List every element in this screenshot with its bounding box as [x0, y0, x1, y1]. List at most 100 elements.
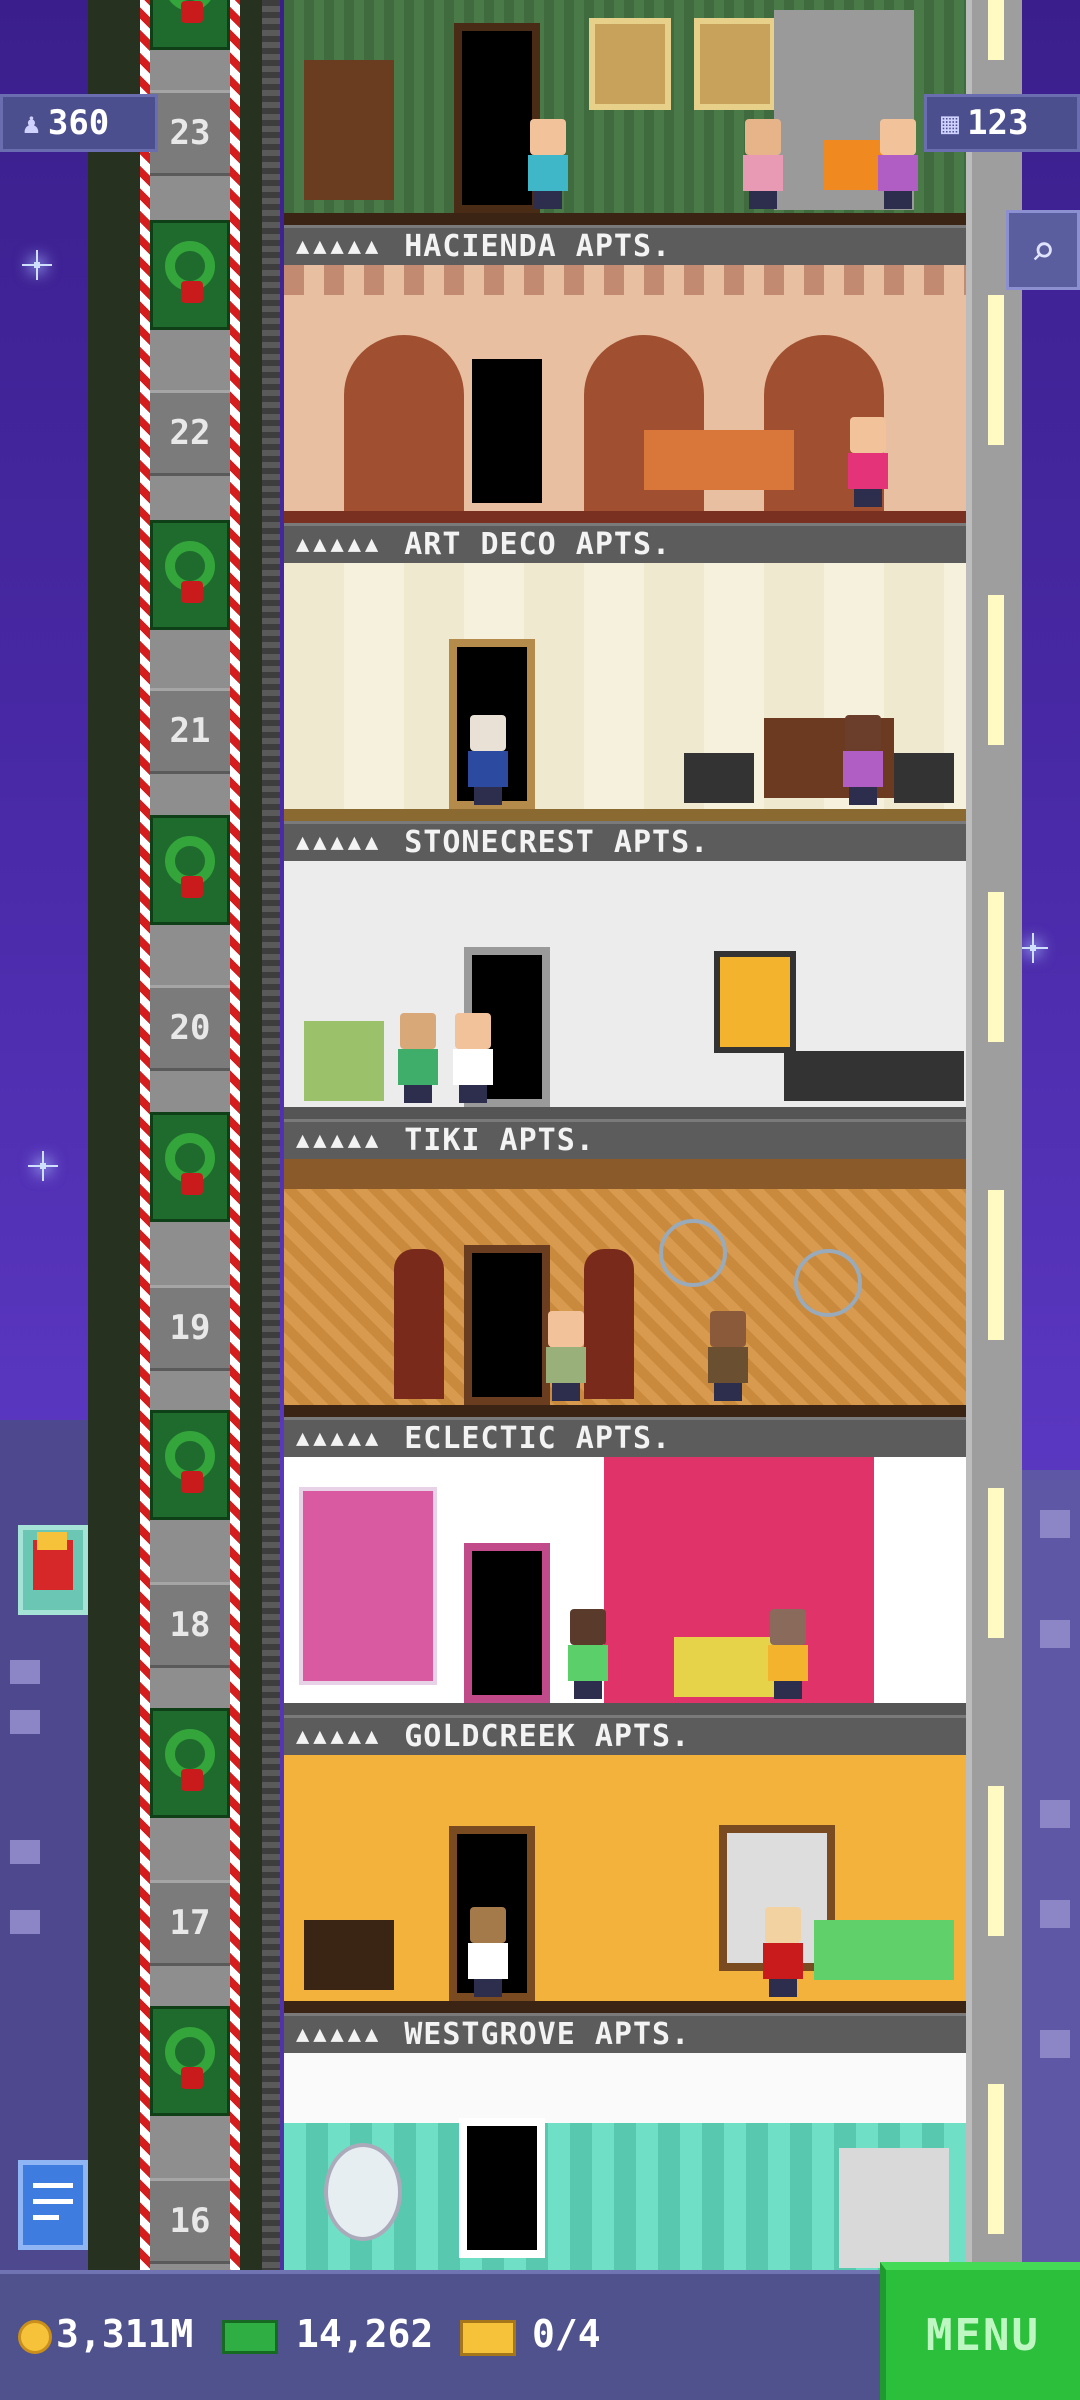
- resident[interactable]: [844, 417, 892, 507]
- floor-name: GOLDCREEK APTS.: [404, 1719, 691, 1754]
- tiki-statue: [584, 1249, 634, 1399]
- floor-label[interactable]: ▲▲▲▲▲ HACIENDA APTS.: [284, 225, 966, 265]
- rating-stars: ▲▲▲▲▲: [296, 1128, 383, 1153]
- wreath-icon: [150, 0, 230, 50]
- floor-name: STONECREST APTS.: [404, 825, 710, 860]
- ticket-count[interactable]: 0/4: [532, 2312, 601, 2356]
- menu-button[interactable]: MENU: [880, 2262, 1080, 2400]
- population-counter[interactable]: ♟ 360: [0, 94, 158, 152]
- floor-number[interactable]: 22: [150, 390, 230, 476]
- wreath-icon: [150, 220, 230, 330]
- wall-light: [988, 892, 1004, 1042]
- floor-number[interactable]: 23: [150, 90, 230, 176]
- rating-stars: ▲▲▲▲▲: [296, 2022, 383, 2047]
- bux-icon: [222, 2320, 278, 2354]
- birdcage: [794, 1249, 862, 1317]
- wall-light: [988, 295, 1004, 445]
- portrait-frame: [589, 18, 671, 110]
- apartment-door: [464, 1543, 550, 1703]
- resident[interactable]: [739, 119, 787, 209]
- resident[interactable]: [874, 119, 922, 209]
- floor-stonecrest[interactable]: [284, 563, 966, 821]
- resident[interactable]: [524, 119, 572, 209]
- floor-label[interactable]: ▲▲▲▲▲ ART DECO APTS.: [284, 523, 966, 563]
- apartment-door: [464, 1245, 550, 1405]
- floor-number[interactable]: 18: [150, 1582, 230, 1668]
- floor-art-deco[interactable]: [284, 265, 966, 523]
- floor-name: ECLECTIC APTS.: [404, 1421, 672, 1456]
- floor-grid-icon: ▦: [941, 105, 960, 141]
- resident[interactable]: [704, 1311, 752, 1401]
- sofa: [644, 430, 794, 490]
- tower-rail: [262, 0, 280, 2270]
- search-icon: ⌕: [1030, 225, 1056, 275]
- floor-label[interactable]: ▲▲▲▲▲ STONECREST APTS.: [284, 821, 966, 861]
- apartment-door: [459, 2118, 545, 2258]
- rating-stars: ▲▲▲▲▲: [296, 830, 383, 855]
- star: [1018, 933, 1048, 963]
- floor-label[interactable]: ▲▲▲▲▲ ECLECTIC APTS.: [284, 1417, 966, 1457]
- mirror: [324, 2143, 402, 2241]
- ticket-icon: [460, 2320, 516, 2356]
- resident[interactable]: [839, 715, 887, 805]
- floor-number[interactable]: 16: [150, 2178, 230, 2264]
- resident[interactable]: [464, 1907, 512, 1997]
- portrait-frame: [694, 18, 776, 110]
- birdcage: [659, 1219, 727, 1287]
- resident[interactable]: [564, 1609, 612, 1699]
- floor-hacienda[interactable]: [284, 0, 966, 225]
- resident[interactable]: [394, 1013, 442, 1103]
- wall-light: [988, 1190, 1004, 1340]
- wreath-icon: [150, 520, 230, 630]
- floor-eclectic[interactable]: [284, 1159, 966, 1417]
- tiki-statue: [394, 1249, 444, 1399]
- rating-stars: ▲▲▲▲▲: [296, 1724, 383, 1749]
- star: [22, 250, 52, 280]
- resident[interactable]: [759, 1907, 807, 1997]
- apartment-door: [464, 351, 550, 511]
- floor-16[interactable]: [284, 2053, 966, 2270]
- search-button[interactable]: ⌕: [1006, 210, 1080, 290]
- population-icon: ♟: [23, 106, 40, 140]
- wreath-icon: [150, 1410, 230, 1520]
- wall-light: [988, 2084, 1004, 2234]
- coin-balance[interactable]: 3,311M: [56, 2312, 193, 2356]
- resident[interactable]: [542, 1311, 590, 1401]
- wall-light: [988, 1786, 1004, 1936]
- fries-ad-icon[interactable]: [18, 1525, 88, 1615]
- armchair: [894, 753, 954, 803]
- floor-number[interactable]: 21: [150, 688, 230, 774]
- floor-count-value: 123: [967, 103, 1029, 143]
- wreath-icon: [150, 1708, 230, 1818]
- sofa: [814, 1920, 954, 1980]
- coin-icon: [18, 2320, 52, 2354]
- bookshelf: [304, 60, 394, 200]
- floor-number[interactable]: 20: [150, 985, 230, 1071]
- star: [28, 1151, 58, 1181]
- background-building: [1020, 1470, 1080, 2270]
- wall-light: [988, 1488, 1004, 1638]
- floor-label[interactable]: ▲▲▲▲▲ GOLDCREEK APTS.: [284, 1715, 966, 1755]
- floor-goldcreek[interactable]: [284, 1457, 966, 1715]
- cabinet: [839, 2148, 949, 2268]
- floor-label[interactable]: ▲▲▲▲▲ TIKI APTS.: [284, 1119, 966, 1159]
- counter: [784, 1051, 964, 1101]
- floor-counter[interactable]: ▦ 123: [924, 94, 1080, 152]
- resident[interactable]: [464, 715, 512, 805]
- armchair: [684, 753, 754, 803]
- rating-stars: ▲▲▲▲▲: [296, 1426, 383, 1451]
- resident[interactable]: [764, 1609, 812, 1699]
- resident[interactable]: [449, 1013, 497, 1103]
- rating-stars: ▲▲▲▲▲: [296, 234, 383, 259]
- floor-name: WESTGROVE APTS.: [404, 2017, 691, 2052]
- floor-westgrove[interactable]: [284, 1755, 966, 2013]
- floor-number[interactable]: 19: [150, 1285, 230, 1371]
- floor-label[interactable]: ▲▲▲▲▲ WESTGROVE APTS.: [284, 2013, 966, 2053]
- bux-balance[interactable]: 14,262: [296, 2312, 433, 2356]
- floor-tiki[interactable]: [284, 861, 966, 1119]
- wall-light: [988, 0, 1004, 60]
- wreath-icon: [150, 2006, 230, 2116]
- wreath-icon: [150, 815, 230, 925]
- mail-icon[interactable]: [18, 2160, 88, 2250]
- floor-number[interactable]: 17: [150, 1880, 230, 1966]
